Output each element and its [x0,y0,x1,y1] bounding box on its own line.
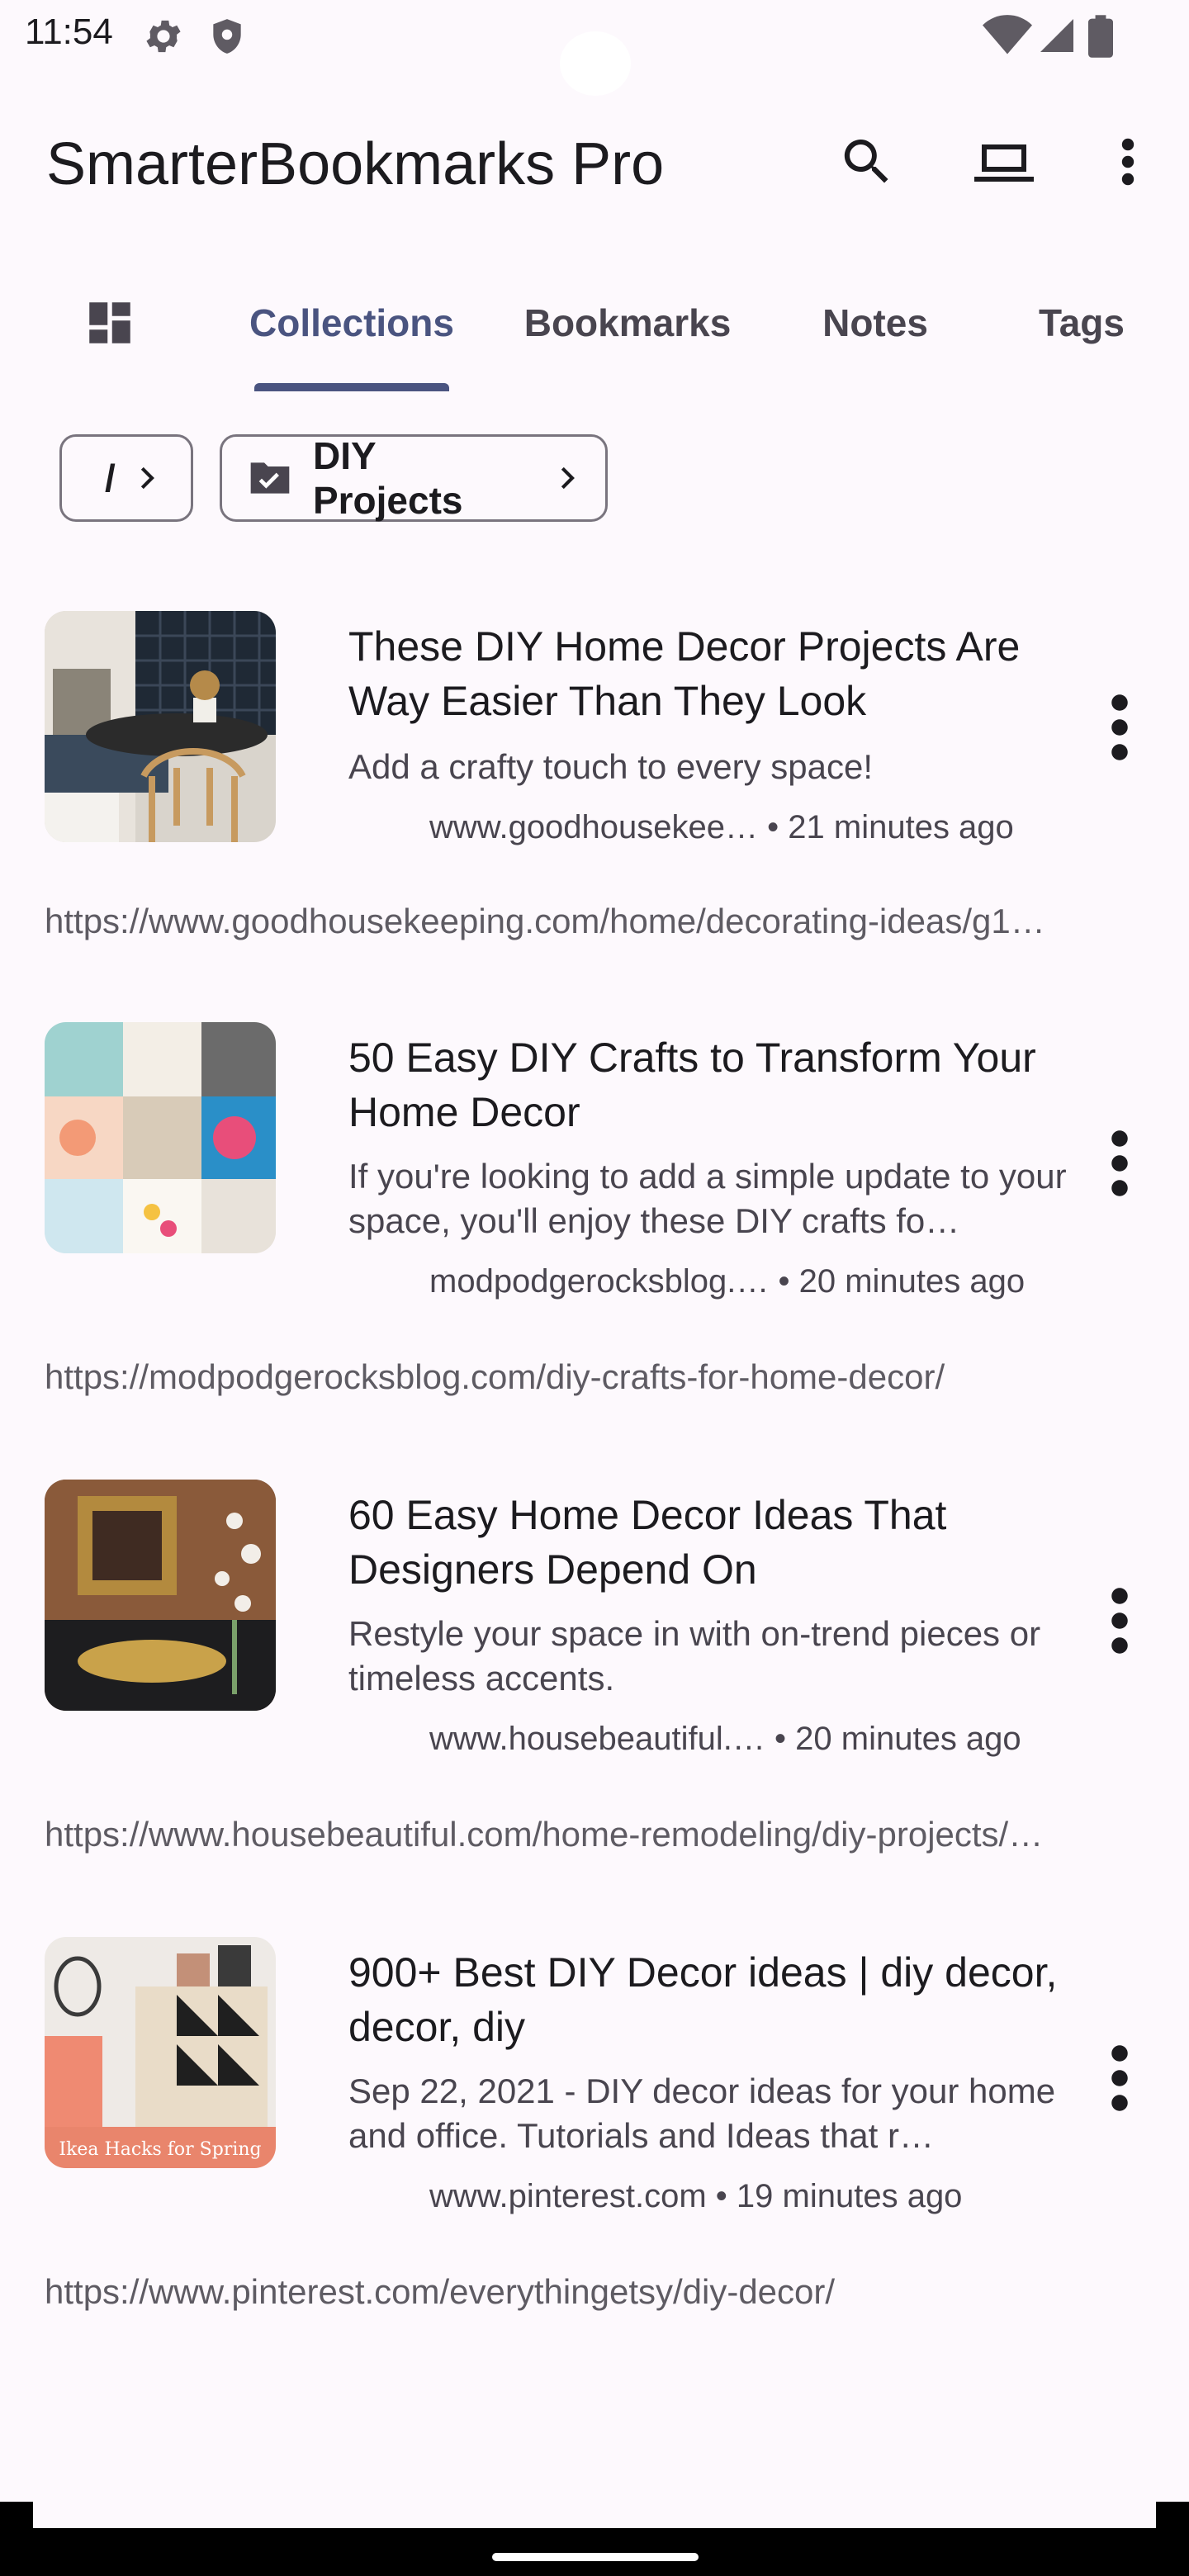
app-bar: SmarterBookmarks Pro [0,116,1189,215]
tab-collections[interactable]: Collections [244,301,459,345]
bookmark-meta: www.pinterest.com • 19 minutes ago [429,2178,962,2215]
active-tab-indicator [254,383,449,391]
bookmark-url[interactable]: https://www.goodhousekeeping.com/home/de… [45,902,1143,941]
bookmark-more-icon[interactable] [1105,1126,1135,1200]
home-gesture-handle[interactable] [492,2553,699,2561]
bookmark-title[interactable]: These DIY Home Decor Projects Are Way Ea… [348,619,1075,728]
bookmark-time: • 20 minutes ago [778,1263,1026,1300]
app-title: SmarterBookmarks Pro [46,131,665,197]
bookmark-domain: www.pinterest.com [429,2178,707,2214]
battery-icon [1088,15,1113,58]
laptop-icon[interactable] [968,132,1040,192]
tab-tags[interactable]: Tags [1016,301,1148,345]
thumbnail-caption: Ikea Hacks for Spring [59,2139,261,2160]
bookmark-description: Sep 22, 2021 - DIY decor ideas for your … [348,2072,1056,2155]
cellular-signal-icon [1040,19,1073,52]
bookmark-domain: modpodgerocksblog.… [429,1263,770,1300]
bookmark-domain: www.goodhousekee… [429,809,759,845]
bookmark-description: Add a crafty touch to every space! [348,747,874,786]
tab-bookmarks[interactable]: Bookmarks [520,301,735,345]
bookmark-description: If you're looking to add a simple update… [348,1157,1067,1240]
search-icon[interactable] [837,132,897,192]
folder-check-icon [250,462,290,494]
bookmark-title[interactable]: 900+ Best DIY Decor ideas | diy decor, d… [348,1945,1075,2054]
bookmark-time: • 21 minutes ago [767,809,1014,845]
breadcrumb-current-label: DIY Projects [312,434,463,522]
bookmark-description: Restyle your space in with on-trend piec… [348,1614,1041,1698]
settings-gear-icon [146,20,181,53]
bookmark-url[interactable]: https://modpodgerocksblog.com/diy-crafts… [45,1357,1143,1397]
camera-cutout [560,31,631,96]
tab-notes[interactable]: Notes [793,301,958,345]
breadcrumb-root-chip[interactable]: / [59,434,193,522]
bookmark-url[interactable]: https://www.pinterest.com/everythingetsy… [45,2272,1143,2312]
dashboard-icon[interactable] [83,296,137,350]
bookmark-more-icon[interactable] [1105,1584,1135,1658]
bookmark-title[interactable]: 60 Easy Home Decor Ideas That Designers … [348,1488,1075,1597]
bookmark-thumbnail [45,1480,276,1711]
overflow-menu-icon[interactable] [1113,132,1143,192]
bookmark-meta: www.housebeautiful.… • 20 minutes ago [429,1721,1021,1758]
status-time: 11:54 [25,12,113,52]
bookmark-time: • 19 minutes ago [715,2178,963,2214]
chevron-right-icon [561,466,575,490]
bookmark-time: • 20 minutes ago [775,1721,1021,1757]
navigation-bar [0,2528,1189,2576]
breadcrumb-root-label: / [105,457,116,500]
bookmark-more-icon[interactable] [1105,690,1135,765]
breadcrumb-current-chip[interactable]: DIY Projects [220,434,608,522]
bookmark-meta: www.goodhousekee… • 21 minutes ago [429,809,1014,846]
bookmark-url[interactable]: https://www.housebeautiful.com/home-remo… [45,1815,1143,1854]
shield-icon [213,19,241,54]
breadcrumb: / DIY Projects [59,434,608,527]
tab-bar: Collections Bookmarks Notes Tags [0,276,1189,391]
bookmark-more-icon[interactable] [1105,2041,1135,2115]
bookmark-domain: www.housebeautiful.… [429,1721,765,1757]
bookmark-title[interactable]: 50 Easy DIY Crafts to Transform Your Hom… [348,1030,1075,1139]
bookmark-thumbnail [45,1022,276,1253]
chevron-right-icon [140,466,154,490]
bookmark-thumbnail: Ikea Hacks for Spring [45,1937,276,2168]
bookmark-meta: modpodgerocksblog.… • 20 minutes ago [429,1263,1025,1300]
bookmark-thumbnail [45,611,276,842]
wifi-icon [983,15,1032,54]
